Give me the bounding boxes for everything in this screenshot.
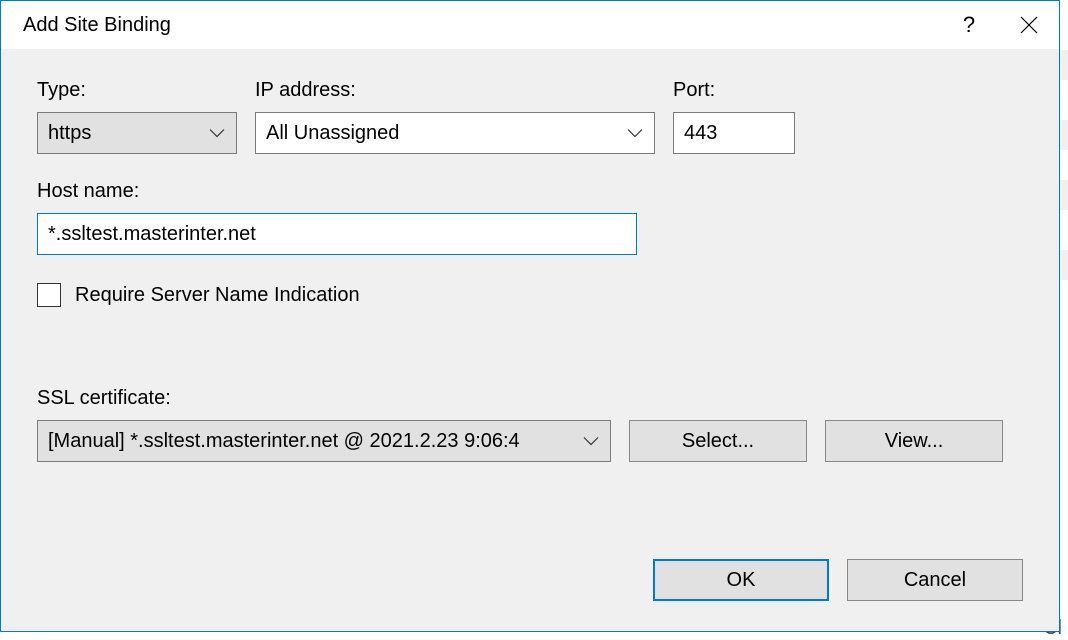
require-sni-label: Require Server Name Indication bbox=[75, 284, 360, 307]
close-button[interactable] bbox=[999, 1, 1059, 49]
require-sni-checkbox[interactable] bbox=[37, 283, 61, 307]
cancel-button[interactable]: Cancel bbox=[847, 559, 1023, 601]
type-value: https bbox=[48, 122, 91, 145]
dialog-footer: OK Cancel bbox=[653, 559, 1023, 601]
ok-button[interactable]: OK bbox=[653, 559, 829, 601]
type-label: Type: bbox=[37, 79, 237, 102]
port-input[interactable] bbox=[673, 112, 795, 154]
type-select[interactable]: https bbox=[37, 112, 237, 154]
chevron-down-icon bbox=[626, 122, 644, 145]
help-button[interactable]: ? bbox=[939, 1, 999, 49]
ssl-certificate-label: SSL certificate: bbox=[37, 387, 1023, 410]
host-name-input[interactable] bbox=[37, 213, 637, 255]
host-name-label: Host name: bbox=[37, 180, 637, 203]
view-certificate-button[interactable]: View... bbox=[825, 420, 1003, 462]
ssl-certificate-value: [Manual] *.ssltest.masterinter.net @ 202… bbox=[48, 430, 520, 453]
select-certificate-button[interactable]: Select... bbox=[629, 420, 807, 462]
titlebar: Add Site Binding ? bbox=[1, 1, 1059, 49]
host-name-input-field[interactable] bbox=[48, 214, 626, 254]
ssl-certificate-select[interactable]: [Manual] *.ssltest.masterinter.net @ 202… bbox=[37, 420, 611, 462]
require-sni-row: Require Server Name Indication bbox=[37, 283, 1023, 307]
ip-address-value: All Unassigned bbox=[266, 122, 399, 145]
chevron-down-icon bbox=[208, 122, 226, 145]
dialog-title: Add Site Binding bbox=[23, 14, 171, 37]
port-input-field[interactable] bbox=[684, 113, 784, 153]
add-site-binding-dialog: Add Site Binding ? Type: https IP addre bbox=[0, 0, 1060, 632]
dialog-body: Type: https IP address: All Unassigned bbox=[1, 49, 1059, 631]
ip-address-select[interactable]: All Unassigned bbox=[255, 112, 655, 154]
ip-address-label: IP address: bbox=[255, 79, 655, 102]
chevron-down-icon bbox=[582, 430, 600, 453]
port-label: Port: bbox=[673, 79, 795, 102]
close-icon bbox=[1020, 16, 1038, 34]
